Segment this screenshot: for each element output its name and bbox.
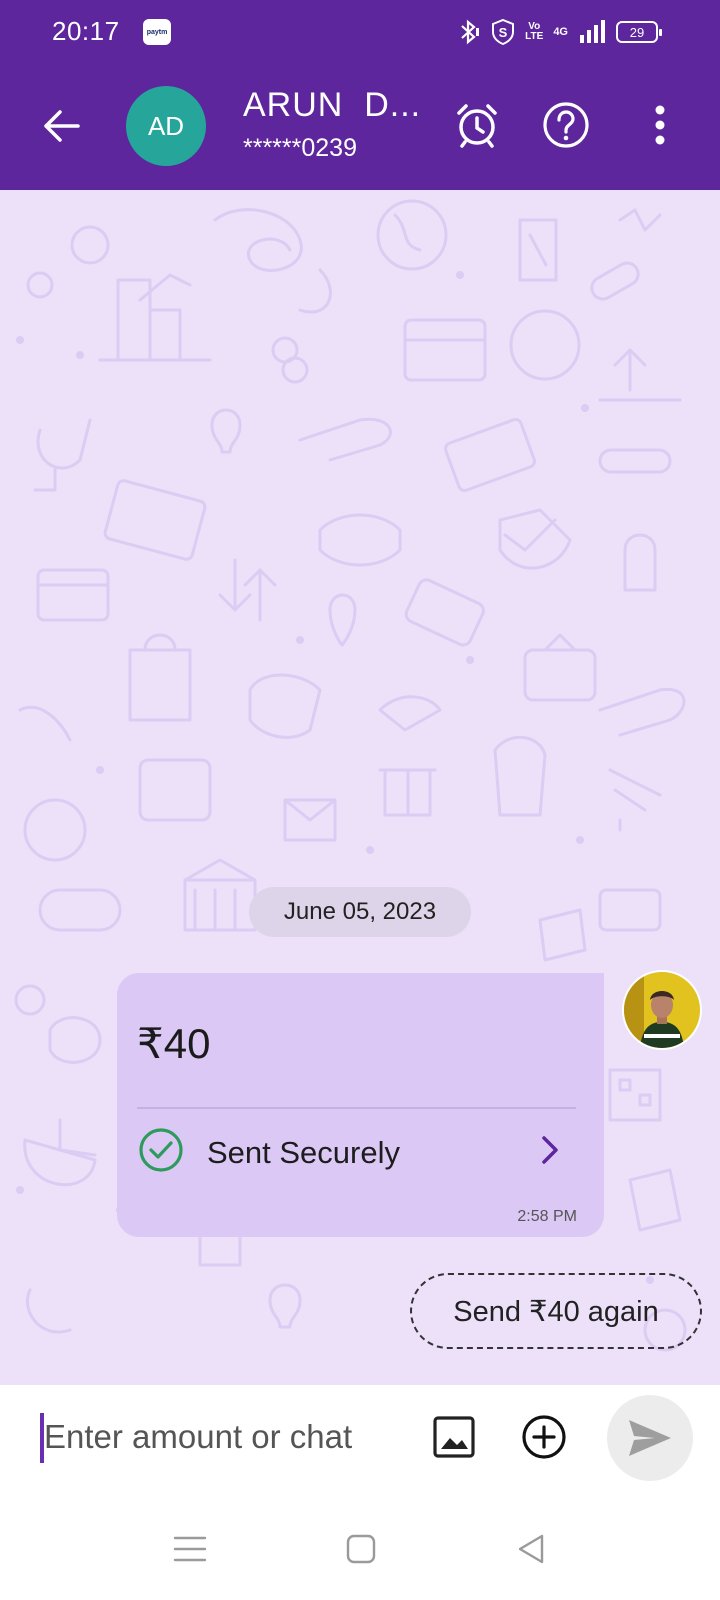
home-square-icon[interactable] xyxy=(343,1531,379,1567)
message-time: 2:58 PM xyxy=(517,1208,577,1225)
sender-avatar xyxy=(622,970,702,1050)
send-icon xyxy=(629,1420,671,1456)
system-nav-bar xyxy=(0,1495,720,1600)
shield-s-icon: S xyxy=(492,18,515,46)
help-icon[interactable] xyxy=(541,100,591,150)
send-again-button[interactable]: Send ₹40 again xyxy=(410,1273,702,1349)
status-icons: S Vo LTE 4G 29 xyxy=(457,16,662,48)
contact-name[interactable]: ARUN D... xyxy=(243,86,421,125)
date-chip: June 05, 2023 xyxy=(249,887,471,937)
send-button[interactable] xyxy=(607,1395,693,1481)
paytm-notification-icon: paytm xyxy=(143,19,171,45)
payment-status: Sent Securely xyxy=(207,1135,400,1170)
volte-indicator: Vo LTE xyxy=(525,21,544,42)
app-header-region: 20:17 paytm S Vo LTE 4G 29 AD ARUN D... … xyxy=(0,0,720,190)
payment-amount: ₹40 xyxy=(137,1020,211,1067)
svg-text:S: S xyxy=(499,25,508,40)
bubble-divider xyxy=(137,1107,576,1109)
bluetooth-icon xyxy=(461,19,480,45)
add-circle-icon[interactable] xyxy=(520,1413,568,1461)
nav-back-triangle-icon[interactable] xyxy=(514,1531,550,1567)
chat-input-bar xyxy=(0,1385,720,1495)
check-circle-icon xyxy=(139,1128,183,1172)
chat-area[interactable]: June 05, 2023 ₹40 Sent Securely 2:58 PM … xyxy=(0,190,720,1385)
payment-message-bubble[interactable]: ₹40 Sent Securely 2:58 PM xyxy=(117,973,604,1237)
alarm-clock-icon[interactable] xyxy=(452,100,502,150)
recents-menu-icon[interactable] xyxy=(172,1531,208,1567)
contact-avatar[interactable]: AD xyxy=(126,86,206,166)
signal-icon xyxy=(580,20,605,43)
status-time: 20:17 xyxy=(52,16,120,46)
more-vert-icon[interactable] xyxy=(645,100,675,150)
contact-account-number: ******0239 xyxy=(243,134,357,162)
battery-indicator: 29 xyxy=(616,21,662,43)
chevron-right-icon[interactable] xyxy=(535,1133,565,1167)
chat-header: AD ARUN D... ******0239 xyxy=(0,64,720,190)
status-bar: 20:17 paytm S Vo LTE 4G 29 xyxy=(0,0,720,64)
chat-input[interactable] xyxy=(44,1407,404,1467)
sender-photo xyxy=(624,972,700,1048)
back-arrow-icon[interactable] xyxy=(38,102,86,150)
image-gallery-icon[interactable] xyxy=(432,1415,476,1459)
network-type: 4G xyxy=(553,26,568,38)
